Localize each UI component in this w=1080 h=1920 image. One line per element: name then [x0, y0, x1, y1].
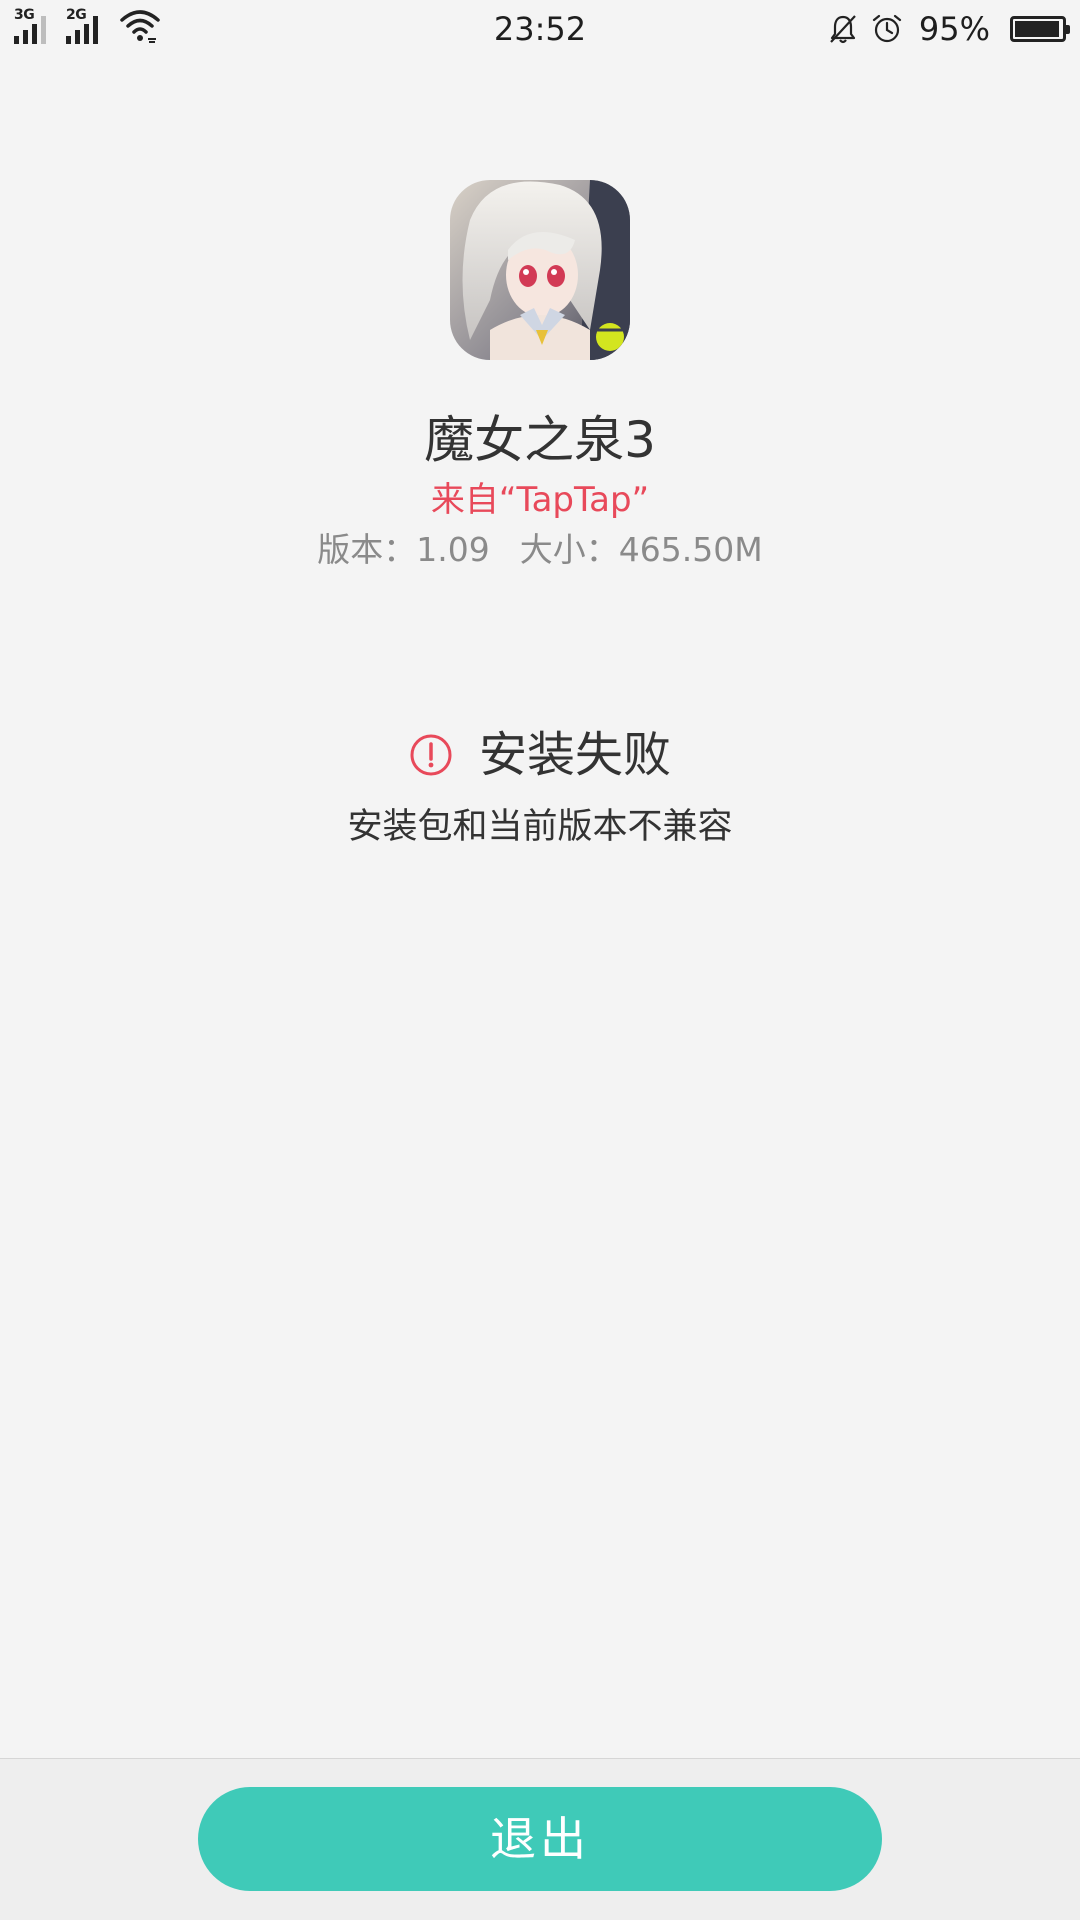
result-title: 安装失败 — [478, 727, 671, 783]
install-result: 安装失败 — [0, 720, 1080, 790]
alarm-icon — [872, 14, 901, 43]
status-bar: 3G 2G 23:52 95% — [0, 0, 1080, 58]
mute-bell-icon — [830, 15, 856, 44]
install-result-screen: 3G 2G 23:52 95% 魔女之泉3 来自“TapTap” 版本：1.09… — [0, 0, 1080, 1920]
bottom-action-bar: 退出 — [0, 1758, 1080, 1920]
battery-icon — [1010, 16, 1070, 42]
result-message: 安装包和当前版本不兼容 — [347, 807, 733, 847]
status-bar-right: 95% — [827, 10, 1070, 48]
app-icon — [450, 180, 630, 360]
app-size: 大小：465.50M — [519, 530, 763, 569]
battery-level-fill — [1015, 21, 1059, 37]
battery-percent: 95% — [918, 10, 990, 48]
exit-button[interactable]: 退出 — [198, 1787, 882, 1891]
app-version: 版本：1.09 — [317, 530, 490, 569]
app-icon-image — [450, 180, 630, 360]
app-meta: 版本：1.09 大小：465.50M — [0, 528, 1080, 572]
app-name: 魔女之泉3 — [424, 411, 656, 469]
app-source: 来自“TapTap” — [430, 480, 650, 520]
warning-circle-icon — [410, 734, 452, 776]
